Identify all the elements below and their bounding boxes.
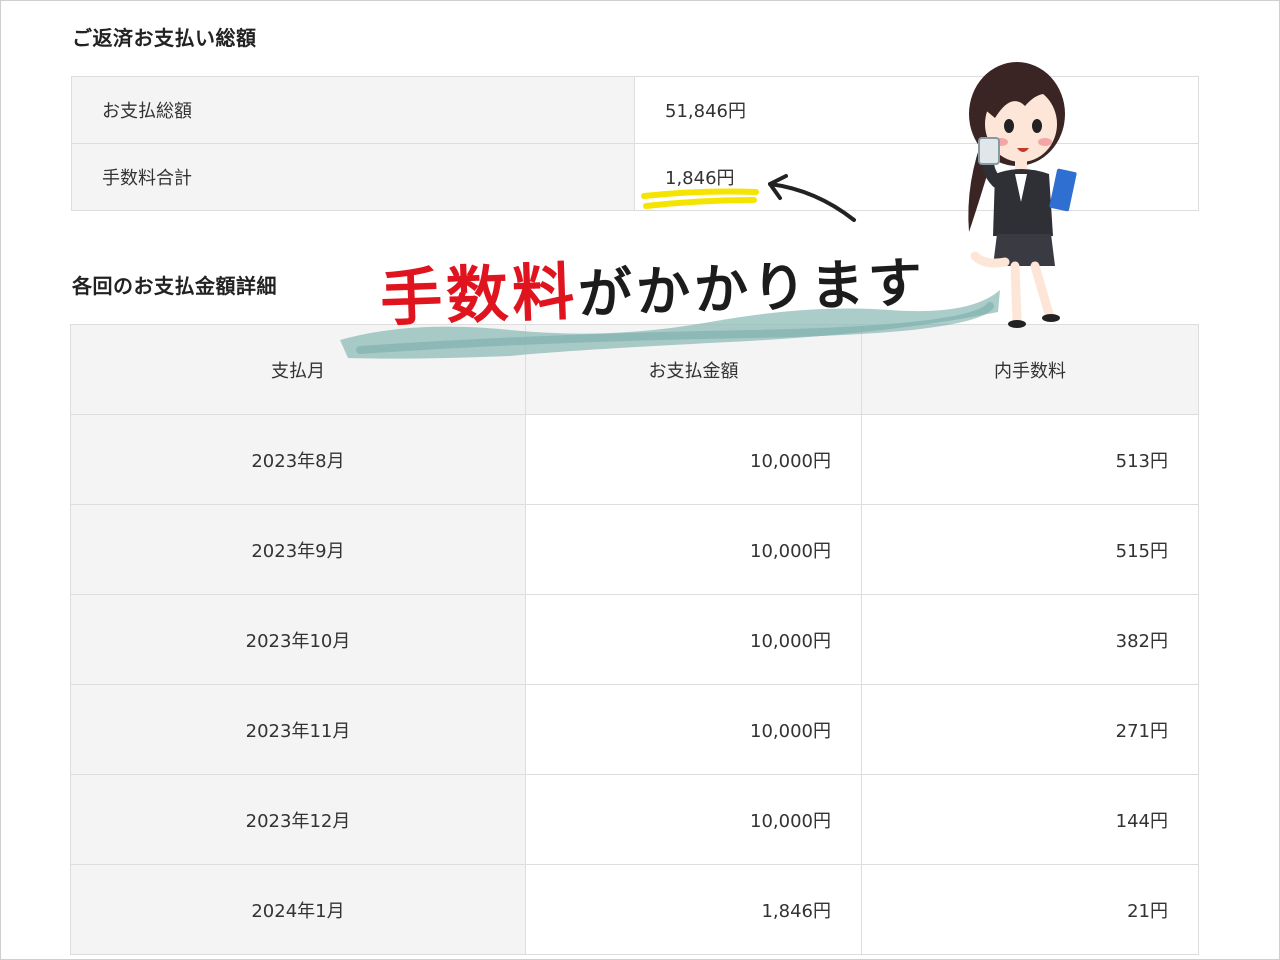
table-row: 2023年10月 10,000円 382円 [70,594,1199,685]
payment-fee: 513円 [861,414,1199,505]
payment-month: 2023年9月 [70,504,526,595]
total-payment-heading: ご返済お支払い総額 [72,26,257,50]
payment-month: 2023年12月 [70,774,526,865]
total-payment-label: お支払総額 [71,76,635,144]
table-row: 2023年12月 10,000円 144円 [70,774,1199,865]
fee-banner-red-text: 手数料 [378,255,580,335]
payment-fee: 144円 [861,774,1199,865]
total-payment-table: お支払総額 51,846円 手数料合計 1,846円 [71,76,1199,211]
total-fee-value: 1,846円 [634,143,1199,211]
table-header-row: 支払月 お支払金額 内手数料 [70,324,1199,415]
total-fee-label: 手数料合計 [71,143,635,211]
table-row: 手数料合計 1,846円 [71,143,1199,211]
payment-detail-table: 支払月 お支払金額 内手数料 2023年8月 10,000円 513円 2023… [70,324,1199,955]
payment-amount: 10,000円 [525,594,862,685]
column-header-fee: 内手数料 [861,324,1199,415]
payment-fee: 515円 [861,504,1199,595]
payment-amount: 10,000円 [525,774,862,865]
payment-amount: 10,000円 [525,504,862,595]
table-row: 2023年11月 10,000円 271円 [70,684,1199,775]
column-header-amount: お支払金額 [525,324,862,415]
fee-banner-black-text: がかかります [577,250,928,327]
column-header-month: 支払月 [70,324,526,415]
fee-banner: 手数料がかかります [378,229,927,338]
payment-detail-heading: 各回のお支払金額詳細 [72,274,277,298]
payment-month: 2023年10月 [70,594,526,685]
payment-fee: 271円 [861,684,1199,775]
payment-month: 2023年8月 [70,414,526,505]
total-payment-value: 51,846円 [634,76,1199,144]
payment-amount: 1,846円 [525,864,862,955]
table-row: 2023年8月 10,000円 513円 [70,414,1199,505]
payment-fee: 21円 [861,864,1199,955]
table-row: お支払総額 51,846円 [71,76,1199,144]
payment-amount: 10,000円 [525,684,862,775]
table-row: 2023年9月 10,000円 515円 [70,504,1199,595]
payment-month: 2024年1月 [70,864,526,955]
table-row: 2024年1月 1,846円 21円 [70,864,1199,955]
payment-month: 2023年11月 [70,684,526,775]
payment-fee: 382円 [861,594,1199,685]
payment-amount: 10,000円 [525,414,862,505]
